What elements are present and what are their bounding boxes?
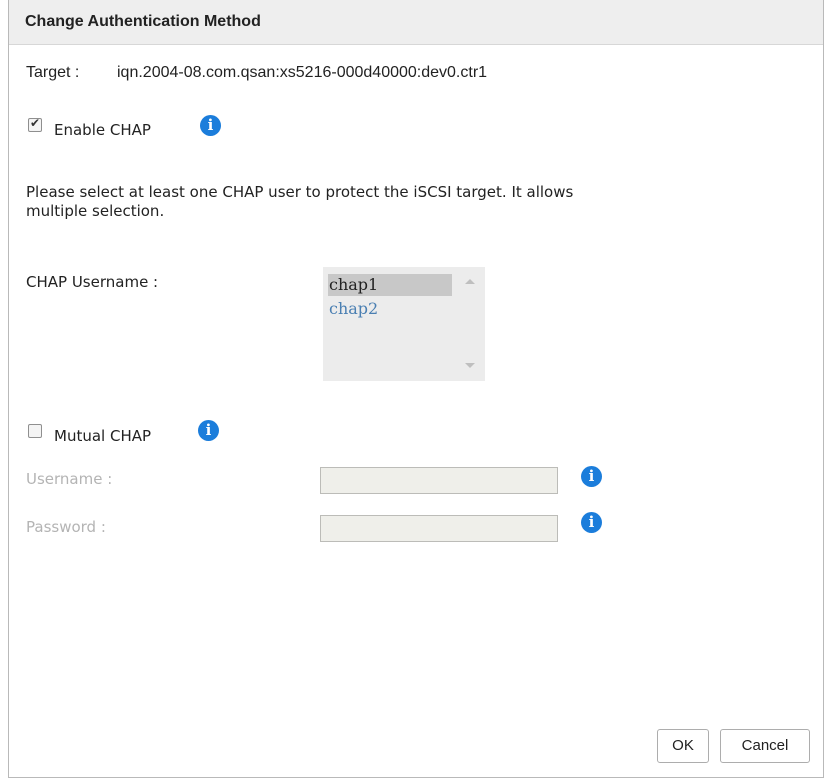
mutual-username-info-icon[interactable]: i — [581, 466, 602, 487]
mutual-password-input[interactable] — [320, 515, 558, 542]
mutual-chap-label[interactable]: Mutual CHAP — [54, 427, 151, 445]
chevron-down-icon[interactable] — [465, 363, 475, 368]
mutual-username-input[interactable] — [320, 467, 558, 494]
mutual-password-label: Password : — [26, 518, 106, 536]
dialog-title: Change Authentication Method — [25, 13, 261, 30]
mutual-chap-checkbox[interactable] — [28, 424, 42, 438]
chap-description: Please select at least one CHAP user to … — [26, 183, 574, 220]
mutual-username-label: Username : — [26, 470, 113, 488]
target-value: iqn.2004-08.com.qsan:xs5216-000d40000:de… — [117, 64, 488, 81]
mutual-password-info-icon[interactable]: i — [581, 512, 602, 533]
chap-user-option-chap2[interactable]: chap2 — [328, 298, 452, 320]
target-label: Target : — [26, 64, 80, 81]
change-auth-dialog: Change Authentication Method Target : iq… — [8, 0, 824, 778]
chap-username-label: CHAP Username : — [26, 273, 159, 291]
mutual-chap-info-icon[interactable]: i — [198, 420, 219, 441]
chevron-up-icon[interactable] — [465, 279, 475, 284]
ok-button[interactable]: OK — [657, 729, 709, 763]
enable-chap-checkbox[interactable] — [28, 116, 42, 132]
enable-chap-label[interactable]: Enable CHAP — [54, 121, 151, 139]
dialog-titlebar: Change Authentication Method — [9, 0, 823, 45]
chap-user-option-chap1[interactable]: chap1 — [328, 274, 452, 296]
enable-chap-info-icon[interactable]: i — [200, 115, 221, 136]
chap-username-listbox[interactable]: chap1 chap2 — [323, 267, 485, 381]
cancel-button[interactable]: Cancel — [720, 729, 810, 763]
